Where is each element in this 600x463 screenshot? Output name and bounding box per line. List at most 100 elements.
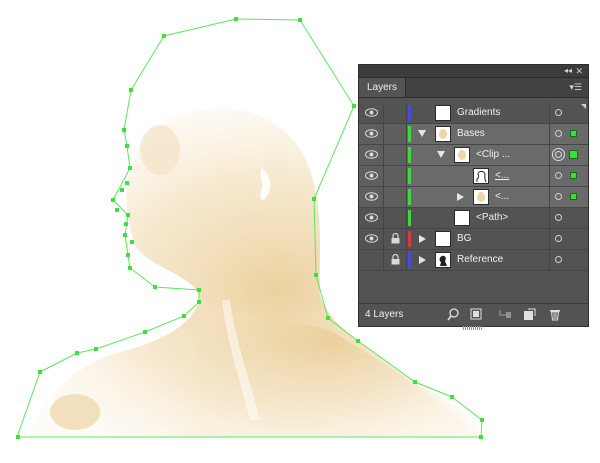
visibility-toggle[interactable] [359,250,384,270]
anchor-point[interactable] [123,233,127,237]
layer-name[interactable]: <Clip ... [476,145,510,165]
visibility-toggle[interactable] [359,166,384,186]
selection-indicator[interactable] [570,193,577,200]
lock-toggle[interactable] [384,103,407,123]
anchor-point[interactable] [125,181,129,185]
visibility-toggle[interactable] [359,103,384,123]
lock-toggle[interactable] [384,187,407,207]
lock-toggle[interactable] [384,166,407,186]
layer-row[interactable]: <Path> [359,208,588,229]
target-circle-icon[interactable] [555,256,562,263]
layer-name[interactable]: Gradients [457,103,500,123]
visibility-toggle[interactable] [359,208,384,228]
anchor-point[interactable] [182,314,186,318]
anchor-point[interactable] [128,266,132,270]
layer-color-indicator [408,231,411,247]
resize-grip[interactable] [463,326,483,330]
anchor-point[interactable] [326,316,330,320]
target-circle-icon[interactable] [555,235,562,242]
anchor-point[interactable] [130,240,134,244]
anchor-point[interactable] [129,88,133,92]
locate-object-icon[interactable] [447,308,459,321]
target-circle-icon[interactable] [555,193,562,200]
layer-name[interactable]: <... [495,166,509,186]
anchor-point[interactable] [128,166,132,170]
anchor-point[interactable] [298,18,302,22]
close-icon[interactable]: ✕ [575,65,583,77]
anchor-point[interactable] [143,330,147,334]
anchor-point[interactable] [124,222,128,226]
lock-toggle[interactable] [384,250,407,270]
lock-toggle[interactable] [384,145,407,165]
anchor-point[interactable] [75,351,79,355]
layer-name[interactable]: Reference [457,250,503,270]
anchor-point[interactable] [153,285,157,289]
anchor-point[interactable] [122,128,126,132]
anchor-point[interactable] [162,34,166,38]
anchor-point[interactable] [197,288,201,292]
target-circle-icon[interactable] [555,130,562,137]
layer-name[interactable]: <... [495,187,509,207]
visibility-toggle[interactable] [359,124,384,144]
anchor-point[interactable] [356,339,360,343]
anchor-point[interactable] [38,370,42,374]
layer-name[interactable]: <Path> [476,208,508,228]
layer-row[interactable]: Reference [359,250,588,271]
expand-triangle-closed-icon[interactable] [457,193,464,201]
layer-row[interactable]: Bases [359,124,588,145]
create-layer-icon[interactable] [523,308,536,321]
anchor-point[interactable] [314,273,318,277]
anchor-point[interactable] [126,213,130,217]
anchor-point[interactable] [16,435,20,439]
selection-indicator[interactable] [569,150,578,159]
panel-title-bar[interactable]: ◂◂ ✕ [359,65,588,78]
expand-triangle-open-icon[interactable] [437,151,445,158]
anchor-point[interactable] [115,208,119,212]
expand-triangle-closed-icon[interactable] [419,235,426,243]
visibility-toggle[interactable] [359,187,384,207]
anchor-point[interactable] [94,347,98,351]
target-circle-icon[interactable] [555,214,562,221]
column-divider [549,208,550,228]
anchor-point[interactable] [450,395,454,399]
selection-indicator[interactable] [570,130,577,137]
visibility-toggle[interactable] [359,229,384,249]
double-chevron-left-icon[interactable]: ◂◂ [564,65,572,77]
anchor-point[interactable] [125,144,129,148]
panel-menu-icon[interactable]: ▾☰ [569,82,582,93]
anchor-point[interactable] [479,435,483,439]
eye-icon [365,234,378,243]
anchor-point[interactable] [480,418,484,422]
anchor-point[interactable] [234,17,238,21]
anchor-point[interactable] [352,104,356,108]
anchor-point[interactable] [120,188,124,192]
layer-color-indicator [408,105,411,121]
lock-toggle[interactable] [384,229,407,249]
layer-row[interactable]: <... [359,166,588,187]
anchor-point[interactable] [197,300,201,304]
lock-toggle[interactable] [384,124,407,144]
target-circle-icon[interactable] [552,148,565,161]
lock-toggle[interactable] [384,208,407,228]
delete-icon[interactable] [549,308,561,321]
anchor-point[interactable] [126,253,130,257]
make-clipping-mask-icon[interactable] [470,308,482,321]
layer-name[interactable]: BG [457,229,471,249]
tab-layers[interactable]: Layers [359,78,407,97]
selection-indicator[interactable] [570,172,577,179]
expand-triangle-closed-icon[interactable] [419,256,426,264]
layer-row[interactable]: BG [359,229,588,250]
anchor-point[interactable] [111,198,115,202]
layer-row[interactable]: <Clip ... [359,145,588,166]
visibility-toggle[interactable] [359,145,384,165]
layer-name[interactable]: Bases [457,124,485,144]
target-circle-icon[interactable] [555,109,562,116]
anchor-point[interactable] [312,197,316,201]
layer-color-indicator [408,189,411,205]
create-sublayer-icon[interactable] [498,308,512,321]
target-circle-icon[interactable] [555,172,562,179]
layer-row[interactable]: Gradients [359,103,588,124]
expand-triangle-open-icon[interactable] [418,130,426,137]
anchor-point[interactable] [413,380,417,384]
layer-row[interactable]: <... [359,187,588,208]
